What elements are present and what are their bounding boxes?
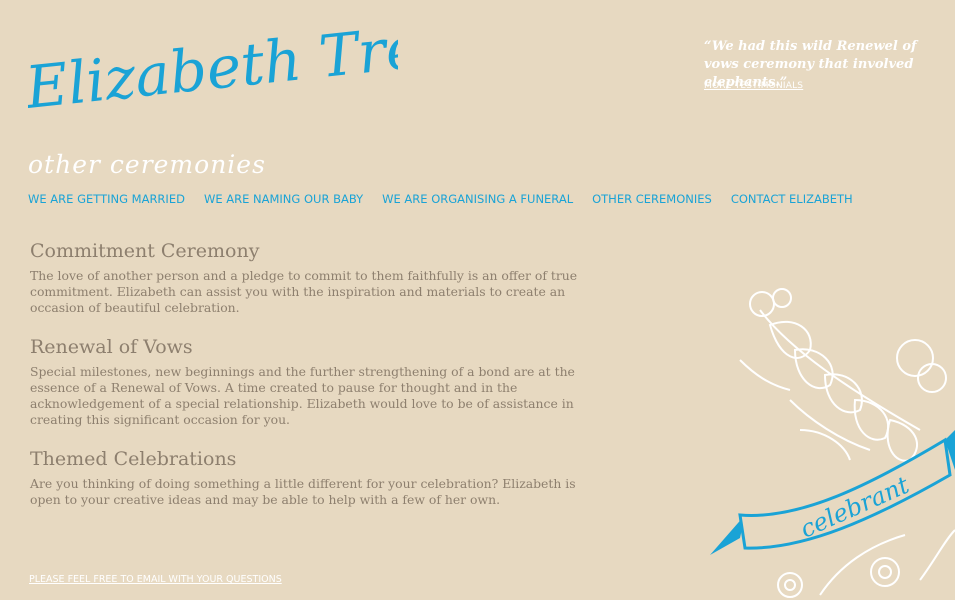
email-questions-link[interactable]: PLEASE FEEL FREE TO EMAIL WITH YOUR QUES… (29, 574, 282, 585)
section-body: The love of another person and a pledge … (30, 268, 578, 315)
nav-other-ceremonies[interactable]: OTHER CEREMONIES (592, 192, 712, 206)
flower-branch-icon (739, 288, 947, 462)
section-heading: Renewal of Vows (30, 336, 193, 358)
main-navigation: WE ARE GETTING MARRIED WE ARE NAMING OUR… (28, 192, 872, 206)
section-renewal: Renewal of Vows Special milestones, new … (30, 336, 590, 428)
celebrant-banner-icon: celebrant (710, 430, 955, 555)
section-heading: Themed Celebrations (30, 448, 237, 470)
nav-organising-funeral[interactable]: WE ARE ORGANISING A FUNERAL (382, 192, 573, 206)
nav-getting-married[interactable]: WE ARE GETTING MARRIED (28, 192, 185, 206)
more-testimonials-link[interactable]: MORE TESTIMONIALS (704, 81, 803, 91)
site-logo[interactable]: Elizabeth Trevan (28, 30, 398, 135)
logo-text: Elizabeth Trevan (28, 30, 398, 122)
section-commitment: Commitment Ceremony The love of another … (30, 240, 590, 316)
section-heading: Commitment Ceremony (30, 240, 260, 262)
main-content: Commitment Ceremony The love of another … (30, 240, 590, 528)
section-themed: Themed Celebrations Are you thinking of … (30, 448, 590, 508)
nav-contact-elizabeth[interactable]: CONTACT ELIZABETH (731, 192, 853, 206)
section-body: Special milestones, new beginnings and t… (30, 364, 575, 427)
page-subtitle: other ceremonies (28, 150, 266, 179)
floral-celebrant-illustration: celebrant (710, 288, 955, 598)
section-body: Are you thinking of doing something a li… (30, 476, 576, 507)
nav-naming-baby[interactable]: WE ARE NAMING OUR BABY (204, 192, 363, 206)
